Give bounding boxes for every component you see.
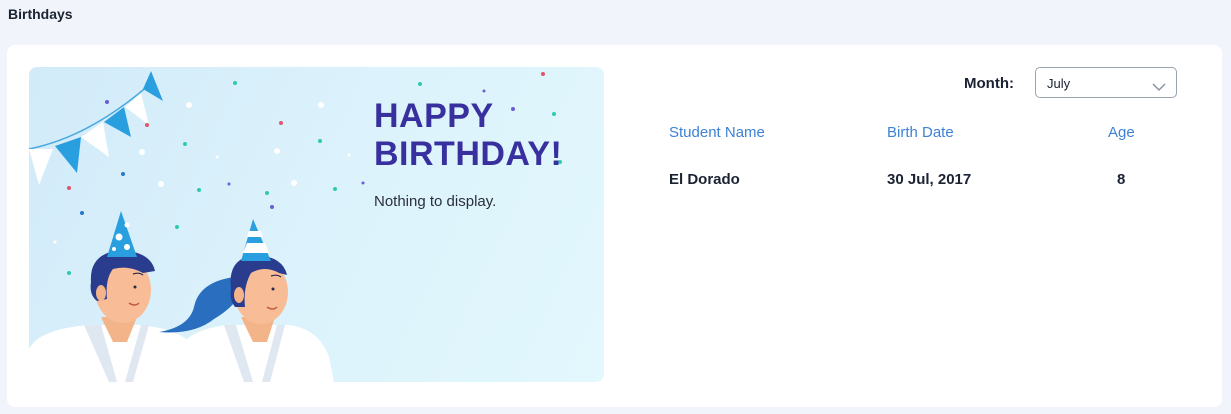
month-select-value: July	[1047, 76, 1071, 91]
chevron-down-icon	[1152, 79, 1166, 97]
student-name-cell: El Dorado	[669, 171, 740, 188]
month-label: Month:	[964, 75, 1014, 92]
bunting-flag	[104, 107, 131, 137]
age-cell: 8	[1117, 171, 1126, 188]
page-title: Birthdays	[8, 6, 73, 22]
bunting-flag	[81, 122, 109, 157]
empty-message: Nothing to display.	[374, 193, 497, 210]
student-figure-right	[169, 219, 334, 382]
banner-headline-line1: HAPPY	[374, 97, 494, 135]
banner-headline-line2: BIRTHDAY!	[374, 135, 563, 173]
column-header-student-name: Student Name	[669, 124, 765, 141]
bunting-flag	[29, 149, 53, 185]
bunting-flag	[143, 71, 163, 101]
banner-headline: HAPPY BIRTHDAY!	[374, 97, 562, 173]
birthdays-card: HAPPY BIRTHDAY! Nothing to display. Mont…	[7, 45, 1222, 407]
column-header-age: Age	[1108, 124, 1135, 141]
bunting-flag	[55, 137, 81, 173]
birth-date-cell: 30 Jul, 2017	[887, 171, 972, 188]
bunting-flag	[125, 93, 149, 125]
month-select[interactable]: July	[1035, 67, 1177, 98]
birthday-banner: HAPPY BIRTHDAY! Nothing to display.	[29, 67, 604, 382]
column-header-birth-date: Birth Date	[887, 124, 954, 141]
